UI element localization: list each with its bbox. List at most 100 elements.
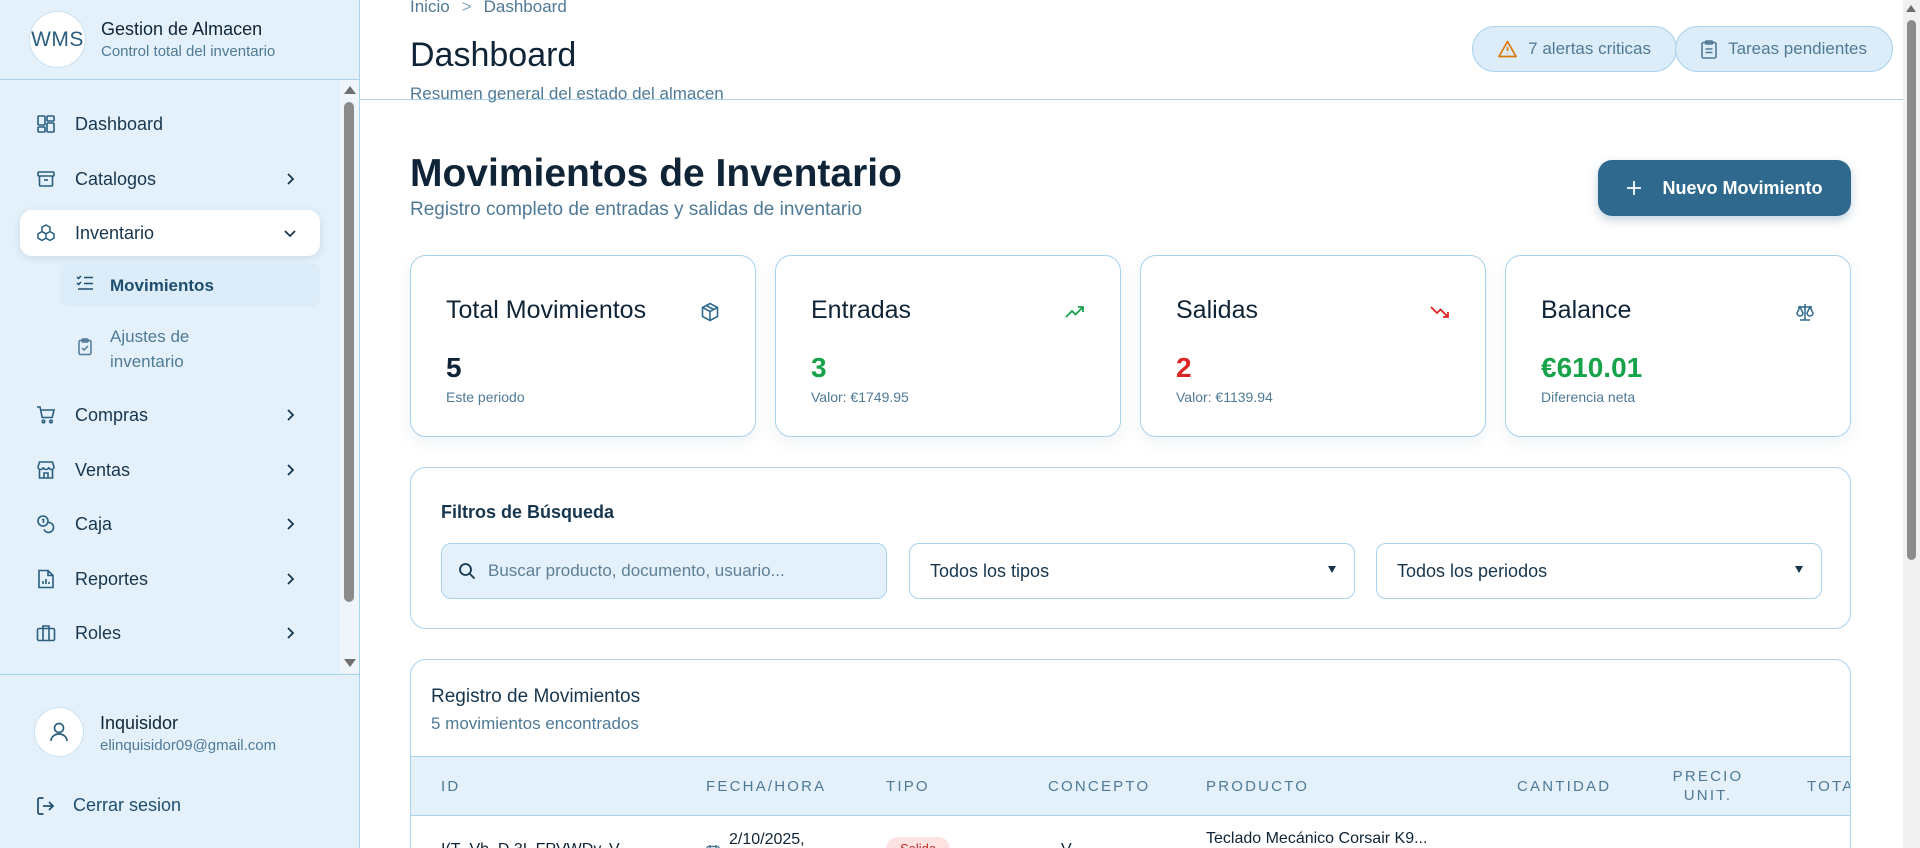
scroll-down-arrow-icon[interactable] xyxy=(344,659,356,667)
clipboard-check-icon xyxy=(76,337,94,361)
sidebar-item-inventario[interactable]: Inventario xyxy=(20,210,320,256)
column-header-concepto[interactable]: CONCEPTO xyxy=(1048,777,1150,796)
sidebar-item-label: Caja xyxy=(75,513,113,534)
sidebar-item-caja[interactable]: Caja xyxy=(20,501,320,547)
column-header-id[interactable]: ID xyxy=(441,777,460,796)
user-icon xyxy=(50,722,68,742)
sidebar-item-reportes[interactable]: Reportes xyxy=(20,556,320,602)
type-badge: Salida xyxy=(886,837,951,848)
boxes-icon xyxy=(36,223,56,243)
type-select[interactable]: Todos los tipos xyxy=(909,543,1355,599)
chevron-down-icon xyxy=(284,230,296,238)
brand: WMS Gestion de Almacen Control total del… xyxy=(0,0,359,80)
plus-icon xyxy=(1627,181,1642,195)
breadcrumb: Inicio > Dashboard xyxy=(410,0,567,17)
chevron-right-icon xyxy=(287,464,295,476)
logout-button[interactable]: Cerrar sesion xyxy=(36,795,181,816)
sidebar-item-catalogos[interactable]: Catalogos xyxy=(20,156,320,202)
column-header-producto[interactable]: PRODUCTO xyxy=(1206,777,1309,796)
sidebar-scroll-thumb[interactable] xyxy=(344,102,354,602)
alerts-label: 7 alertas criticas xyxy=(1528,39,1651,58)
page-scroll-thumb[interactable] xyxy=(1907,20,1916,560)
logout-label: Cerrar sesion xyxy=(73,795,182,815)
sidebar-subitem-ajustes[interactable]: Ajustes de inventario xyxy=(60,324,260,374)
user-name: Inquisidor xyxy=(100,713,179,733)
calendar-icon xyxy=(706,845,720,848)
sidebar-footer: Inquisidor elinquisidor09@gmail.com Cerr… xyxy=(0,674,359,848)
column-header-precio[interactable]: PRECIO UNIT. xyxy=(1666,767,1750,805)
header: Inicio > Dashboard Dashboard Resumen gen… xyxy=(360,0,1903,103)
sidebar-item-ventas[interactable]: Ventas xyxy=(20,447,320,493)
sidebar-subitem-label: Movimientos xyxy=(110,275,214,295)
column-header-cantidad[interactable]: CANTIDAD xyxy=(1517,777,1611,796)
breadcrumb-home[interactable]: Inicio xyxy=(410,0,450,17)
brand-title: Gestion de Almacen xyxy=(101,19,263,39)
tasks-label: Tareas pendientes xyxy=(1728,39,1867,58)
table-row[interactable]: I(T_Vb_D 3L FPVWDy..V 2/10/2025, Salida … xyxy=(411,817,1850,848)
table-title: Registro de Movimientos xyxy=(431,686,641,707)
sidebar-item-label: Catalogos xyxy=(75,168,157,189)
tasks-button[interactable]: Tareas pendientes xyxy=(1675,26,1893,72)
stat-title: Total Movimientos xyxy=(446,296,647,324)
chevron-right-icon xyxy=(287,518,295,530)
sidebar-subitem-label: Ajustes de inventario xyxy=(110,327,190,371)
sidebar-item-label: Dashboard xyxy=(75,113,164,134)
user-email: elinquisidor09@gmail.com xyxy=(100,737,277,754)
scale-icon xyxy=(1796,304,1814,321)
filters-card: Filtros de Búsqueda Todos los tipos Todo… xyxy=(410,467,1851,629)
table-subtitle: 5 movimientos encontrados xyxy=(431,714,639,733)
filters-title: Filtros de Búsqueda xyxy=(441,502,615,522)
movements-table-card: Registro de Movimientos 5 movimientos en… xyxy=(410,659,1851,848)
search-box[interactable] xyxy=(441,543,887,599)
column-header-fecha[interactable]: FECHA/HORA xyxy=(706,777,826,796)
stat-subtitle: Valor: €1749.95 xyxy=(811,389,909,405)
alerts-button[interactable]: 7 alertas criticas xyxy=(1472,26,1677,72)
sidebar-item-label: Compras xyxy=(75,404,149,425)
table-header: ID FECHA/HORA TIPO CONCEPTO PRODUCTO CAN… xyxy=(411,756,1850,816)
stat-subtitle: Diferencia neta xyxy=(1541,389,1636,405)
stat-title: Salidas xyxy=(1176,296,1258,324)
column-header-tipo[interactable]: TIPO xyxy=(886,777,930,796)
brand-logo: WMS xyxy=(29,11,86,68)
sidebar: WMS Gestion de Almacen Control total del… xyxy=(0,0,360,848)
stat-value: 3 xyxy=(811,352,827,383)
scroll-up-arrow-icon[interactable] xyxy=(1906,5,1916,12)
clipboard-icon xyxy=(1701,39,1717,59)
warning-icon xyxy=(1498,40,1518,58)
stat-value: 2 xyxy=(1176,352,1192,383)
column-header-total[interactable]: TOTA xyxy=(1807,777,1850,796)
stat-subtitle: Este periodo xyxy=(446,389,525,405)
page-scrollbar[interactable] xyxy=(1903,0,1920,848)
type-select-value: Todos los tipos xyxy=(930,560,1050,581)
brand-subtitle: Control total del inventario xyxy=(101,43,276,60)
cell-id: I(T_Vb_D 3L FPVWDy..V xyxy=(441,841,620,848)
archive-icon xyxy=(36,169,56,189)
sidebar-item-roles[interactable]: Roles xyxy=(20,610,320,656)
chevron-right-icon xyxy=(287,173,295,185)
cell-product: Teclado Mecánico Corsair K9... xyxy=(1206,830,1428,847)
scroll-up-arrow-icon[interactable] xyxy=(344,86,356,94)
avatar[interactable] xyxy=(34,707,84,757)
new-movement-label: Nuevo Movimiento xyxy=(1662,177,1823,198)
caret-down-icon xyxy=(1328,566,1336,573)
sidebar-item-dashboard[interactable]: Dashboard xyxy=(20,101,320,147)
sidebar-subitem-movimientos[interactable]: Movimientos xyxy=(60,263,320,307)
caret-down-icon xyxy=(1795,566,1803,573)
period-select[interactable]: Todos los periodos xyxy=(1376,543,1822,599)
new-movement-button[interactable]: Nuevo Movimiento xyxy=(1598,160,1851,216)
period-select-value: Todos los periodos xyxy=(1397,560,1548,581)
sidebar-item-label: Reportes xyxy=(75,568,149,589)
stat-title: Entradas xyxy=(811,296,912,324)
cell-concept: V xyxy=(1061,841,1072,848)
sidebar-scrollbar[interactable] xyxy=(340,80,359,673)
section-title: Movimientos de Inventario xyxy=(410,152,902,195)
trending-down-icon xyxy=(1430,306,1449,318)
sidebar-item-label: Ventas xyxy=(75,459,131,480)
sidebar-item-label: Inventario xyxy=(75,222,155,243)
search-icon xyxy=(459,563,476,580)
dashboard-icon xyxy=(36,114,56,134)
report-icon xyxy=(36,569,56,589)
search-input[interactable] xyxy=(488,561,878,581)
stat-title: Balance xyxy=(1541,296,1632,324)
sidebar-item-compras[interactable]: Compras xyxy=(20,392,320,438)
